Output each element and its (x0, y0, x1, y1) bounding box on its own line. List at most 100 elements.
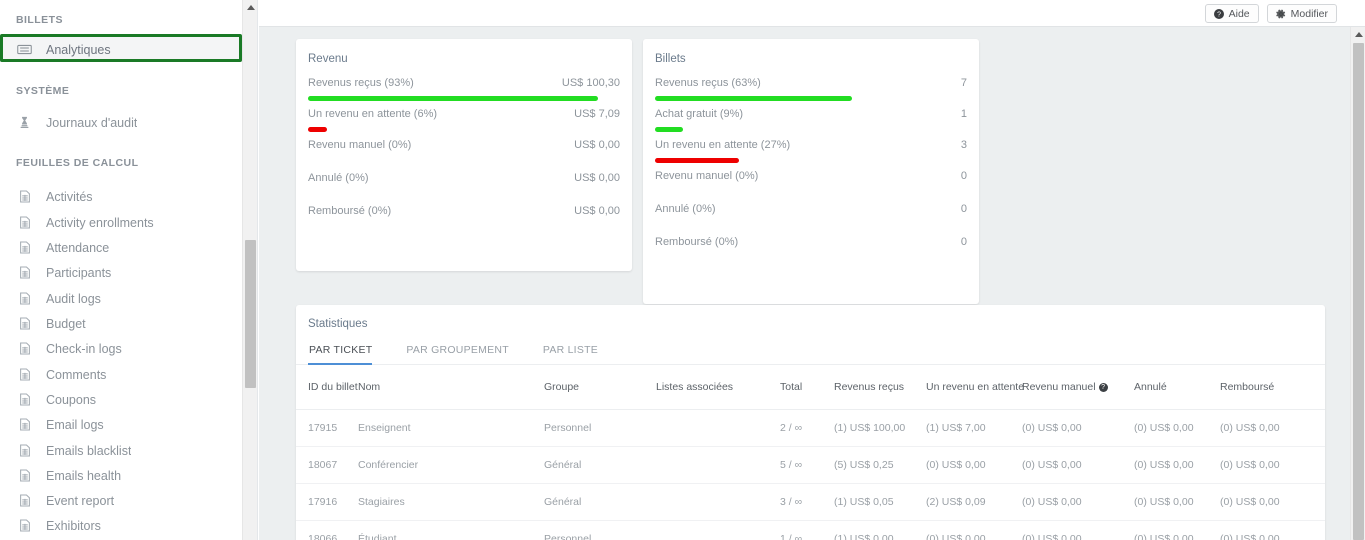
statistics-header-row: ID du billet Nom Groupe Listes associées Tot… (296, 365, 1325, 410)
sidebar-scrollbar-thumb[interactable] (245, 240, 256, 388)
revenue-metric-row: Annulé (0%) US$ 0,00 (308, 172, 620, 188)
sidebar-item-audit-logs[interactable]: Audit logs (0, 286, 242, 311)
sidebar-item-check-in-logs[interactable]: Check-in logs (0, 336, 242, 361)
cell-id: 18066 (296, 520, 358, 540)
sidebar-item-label: Activités (46, 189, 93, 204)
sidebar-item-label: Budget (46, 316, 86, 331)
tickets-metric-row-bar-fill (655, 127, 684, 132)
tickets-metric-row-value: 0 (960, 236, 967, 248)
tickets-metric-row-bar (655, 96, 967, 101)
revenue-metric-row: Remboursé (0%) US$ 0,00 (308, 205, 620, 221)
cell-attente: (2) US$ 0,09 (926, 483, 1022, 521)
sidebar-item-label: Participants (46, 265, 112, 280)
cell-id: 18067 (296, 446, 358, 484)
sidebar-item-event-report[interactable]: Event report (0, 488, 242, 513)
tab-par-groupement[interactable]: PAR GROUPEMENT (405, 339, 521, 364)
metric-spacer (308, 221, 620, 238)
sidebar-item-budget[interactable]: Budget (0, 311, 242, 336)
column-header-revenu-manuel[interactable]: Revenu manuel? (1022, 365, 1134, 410)
sidebar-item-label: Event report (46, 493, 115, 508)
sidebar-item-comments[interactable]: Comments (0, 362, 242, 387)
table-row[interactable]: 17915 Enseignent Personnel 2 / ∞ (1) US$ 100… (296, 409, 1325, 447)
cell-listes (656, 520, 780, 540)
sidebar-item-attendance[interactable]: Attendance (0, 235, 242, 260)
sidebar-item-activity-enrollments[interactable]: Activity enrollments (0, 210, 242, 235)
sidebar-item-activit-s[interactable]: Activités (0, 184, 242, 209)
sidebar-item-participants[interactable]: Participants (0, 260, 242, 285)
column-header-nom[interactable]: Nom (358, 365, 544, 410)
cell-nom: Stagiaires (358, 483, 544, 521)
cell-manuel: (0) US$ 0,00 (1022, 520, 1134, 540)
column-header-revenus-re-us[interactable]: Revenus reçus (834, 365, 926, 410)
tickets-metric-row-label: Un revenu en attente (27%) (655, 139, 791, 151)
sidebar-item-exhibitors[interactable]: Exhibitors (0, 513, 242, 538)
sidebar-item-label: Check-in logs (46, 341, 122, 356)
column-header-groupe[interactable]: Groupe (544, 365, 656, 410)
sidebar-item-analytiques[interactable]: Analytiques (0, 37, 242, 62)
revenue-metric-row-bar (308, 96, 620, 101)
tickets-metric-row: Annulé (0%) 0 (655, 203, 967, 219)
cell-recus: (1) US$ 0,05 (834, 483, 926, 521)
metric-spacer (655, 219, 967, 236)
sidebar-item-label: Email logs (46, 417, 104, 432)
tab-par-ticket[interactable]: PAR TICKET (308, 339, 385, 365)
edit-button[interactable]: Modifier (1266, 4, 1337, 23)
spreadsheet-icon (16, 317, 33, 331)
revenue-metric-row: Un revenu en attente (6%) US$ 7,09 (308, 108, 620, 124)
audit-icon (16, 116, 33, 130)
cell-attente: (1) US$ 7,00 (926, 409, 1022, 447)
revenue-metric-row: Revenus reçus (93%) US$ 100,30 (308, 77, 620, 93)
column-header-rembours[interactable]: Remboursé (1220, 365, 1325, 410)
page-scroll-up-arrow-icon[interactable] (1351, 27, 1365, 42)
cell-manuel: (0) US$ 0,00 (1022, 483, 1134, 521)
column-header-un-revenu-en-attente[interactable]: Un revenu en attente (926, 365, 1024, 410)
column-header-annul[interactable]: Annulé (1134, 365, 1220, 410)
cell-listes (656, 446, 780, 484)
metric-spacer (655, 186, 967, 203)
sidebar-item-journaux-d-audit[interactable]: Journaux d'audit (0, 110, 242, 135)
tickets-metric-row-label: Revenus reçus (63%) (655, 77, 761, 89)
help-button[interactable]: ? Aide (1204, 4, 1259, 23)
top-bar: ? Aide Modifier (259, 0, 1365, 27)
question-circle-icon[interactable]: ? (1098, 383, 1108, 392)
sidebar-scrollbar[interactable] (242, 0, 257, 540)
sidebar-item-label: Comments (46, 367, 107, 382)
spreadsheet-icon (16, 494, 33, 508)
table-row[interactable]: 17916 Stagiaires Général 3 / ∞ (1) US$ 0,05(… (296, 483, 1325, 521)
cell-annule: (0) US$ 0,00 (1134, 483, 1220, 521)
tickets-metric-row-bar (655, 158, 967, 163)
sidebar-item-emails-blacklist[interactable]: Emails blacklist (0, 438, 242, 463)
spreadsheet-icon (16, 418, 33, 432)
column-header-total[interactable]: Total (780, 365, 834, 410)
cell-rembourse: (0) US$ 0,00 (1220, 446, 1325, 484)
sidebar-section-header: BILLETS (16, 14, 63, 26)
tickets-metric-row-label: Achat gratuit (9%) (655, 108, 744, 120)
sidebar-scroll-area: BILLETS Analytiques SYSTÈME Journaux d'audi… (0, 0, 257, 540)
page-scrollbar[interactable] (1350, 27, 1365, 540)
column-header-id-du-billet[interactable]: ID du billet (296, 365, 358, 410)
revenue-metric-row-value: US$ 0,00 (574, 172, 620, 184)
cell-total: 1 / ∞ (780, 520, 834, 540)
sidebar-item-emails-health[interactable]: Emails health (0, 463, 242, 488)
table-row[interactable]: 18067 Conférencier Général 5 / ∞ (5) US$ 0,2… (296, 446, 1325, 484)
spreadsheet-icon (16, 266, 33, 280)
tab-par-liste[interactable]: PAR LISTE (542, 339, 611, 364)
revenue-metric-list: Revenus reçus (93%) US$ 100,30 Un revenu e… (296, 77, 632, 238)
cell-listes (656, 483, 780, 521)
revenue-metric-row-bar-fill (308, 127, 327, 132)
page-scrollbar-thumb[interactable] (1353, 43, 1364, 540)
spreadsheet-icon (16, 216, 33, 230)
cell-id: 17915 (296, 409, 358, 447)
revenue-metric-row-label: Annulé (0%) (308, 172, 369, 184)
edit-button-label: Modifier (1290, 7, 1328, 20)
gear-icon (1275, 9, 1286, 19)
sidebar-item-label: Exhibitors (46, 518, 101, 533)
cell-recus: (1) US$ 0,00 (834, 520, 926, 540)
scroll-up-arrow-icon[interactable] (243, 0, 257, 15)
tickets-metric-row-value: 1 (960, 108, 967, 120)
sidebar-item-coupons[interactable]: Coupons (0, 387, 242, 412)
column-header-listes-associ-es[interactable]: Listes associées (656, 365, 780, 410)
table-row[interactable]: 18066 Étudiant Personnel 1 / ∞ (1) US$ 0,00(… (296, 520, 1325, 540)
sidebar-item-email-logs[interactable]: Email logs (0, 412, 242, 437)
tickets-metric-row-label: Remboursé (0%) (655, 236, 739, 248)
